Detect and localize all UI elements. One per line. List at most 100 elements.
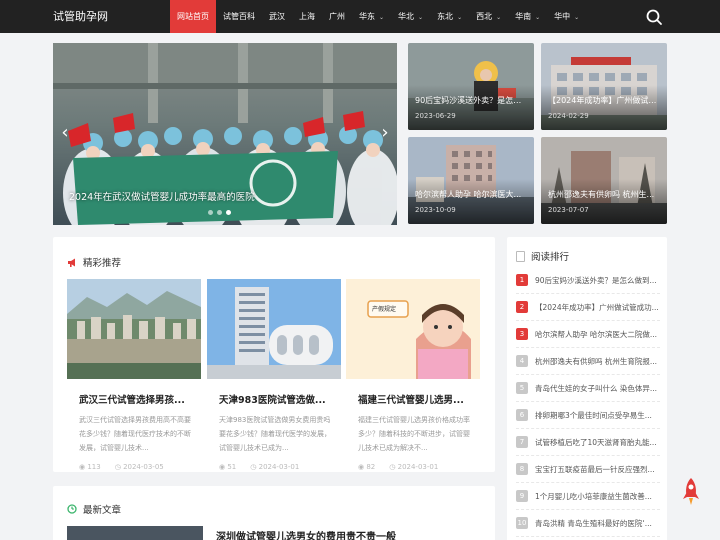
- ranking-item[interactable]: 9 1个月婴儿吃小培菲康益生菌改善...: [516, 483, 660, 510]
- chevron-down-icon: ⌄: [535, 14, 541, 21]
- chevron-down-icon: ⌄: [574, 14, 580, 21]
- nav-item-label: 东北: [437, 12, 454, 21]
- rank-number: 5: [516, 382, 528, 394]
- nav-item-label: 上海: [299, 12, 315, 21]
- nav-item[interactable]: 东北 ⌄: [430, 0, 469, 33]
- clock-icon: ◷: [114, 463, 124, 471]
- nav-item-label: 试管百科: [223, 12, 255, 21]
- rank-number: 6: [516, 409, 528, 421]
- nav-item[interactable]: 华中 ⌄: [547, 0, 586, 33]
- clock-icon: ◷: [250, 463, 259, 471]
- recommend-header: 精彩推荐: [67, 255, 121, 269]
- latest-panel: 最新文章 深圳做试管婴儿选男女的费用贵不贵一般: [53, 486, 495, 540]
- recommend-card-1[interactable]: 武汉三代试管选择男孩... 武汉三代试管选择男孩费用高不高要花多少钱？随着现代医…: [67, 279, 201, 471]
- clock-icon: ◷: [389, 463, 398, 471]
- nav-item-label: 武汉: [269, 12, 285, 21]
- thumb-shade: [408, 179, 534, 224]
- featured-thumb-3[interactable]: 哈尔滨帮人助孕 哈尔滨医大... 2023-10-09: [408, 137, 534, 224]
- card-image: [207, 279, 341, 379]
- views-count: ◉ 82: [358, 463, 376, 471]
- ranking-item[interactable]: 8 宝宝打五联疫苗最后一针反应强烈...: [516, 456, 660, 483]
- ranking-title: 阅读排行: [531, 252, 570, 263]
- ranking-item[interactable]: 7 试管移植后吃了10天滋肾育胎丸能...: [516, 429, 660, 456]
- thumb-title[interactable]: 90后宝妈沙溪送外卖？是怎么...: [415, 95, 528, 106]
- nav-item[interactable]: 上海: [292, 0, 322, 33]
- card-description: 武汉三代试管选择男孩费用高不高要花多少钱？随着现代医疗技术的不断发展，试管婴儿技…: [79, 416, 191, 452]
- hero-title[interactable]: 2024年在武汉做试管婴儿成功率最高的医院: [69, 189, 255, 203]
- ranking-item[interactable]: 4 杭州邵逸夫有供卵吗 杭州生育院报...: [516, 348, 660, 375]
- hero-dot-active[interactable]: [226, 210, 231, 215]
- rank-number: 7: [516, 436, 528, 448]
- recommend-title: 精彩推荐: [83, 258, 122, 269]
- hero-dot[interactable]: [217, 210, 222, 215]
- card-title[interactable]: 福建三代试管婴儿选男...: [346, 392, 480, 406]
- card-image-caption: 产假规定: [372, 306, 397, 313]
- chevron-down-icon: ⌄: [379, 14, 385, 21]
- card-title[interactable]: 天津983医院试管选做...: [207, 392, 341, 406]
- nav-item-label: 华东: [359, 12, 375, 21]
- card-title[interactable]: 武汉三代试管选择男孩...: [67, 392, 201, 406]
- nav-item-label: 华南: [515, 12, 532, 21]
- hero-next-icon[interactable]: ›: [378, 121, 392, 145]
- views-count: ◉ 113: [79, 463, 101, 471]
- hero-slider[interactable]: ‹ › 2024年在武汉做试管婴儿成功率最高的医院: [53, 43, 397, 225]
- rank-text: 青岛代生娃的女子叫什么 染色体异...: [535, 383, 658, 393]
- recommend-card-2[interactable]: 天津983医院试管选做... 天津983医院试管选做男女费用贵吗要花多少钱？随着…: [207, 279, 341, 471]
- rank-number: 9: [516, 490, 528, 502]
- nav-item-label: 华中: [554, 12, 571, 21]
- ranking-item[interactable]: 5 青岛代生娃的女子叫什么 染色体异...: [516, 375, 660, 402]
- rank-number: 10: [516, 517, 528, 529]
- nav-item[interactable]: 华北 ⌄: [391, 0, 430, 33]
- ranking-item[interactable]: 1 90后宝妈沙溪送外卖？是怎么做到...: [516, 267, 660, 294]
- thumb-date: 2023-06-29: [415, 112, 456, 120]
- nav-item[interactable]: 试管百科: [216, 0, 262, 33]
- back-to-top-rocket-icon[interactable]: [681, 477, 701, 507]
- thumb-shade: [541, 179, 667, 224]
- ranking-item[interactable]: 6 排卵期哪3个最佳时间点受孕易生...: [516, 402, 660, 429]
- hero-prev-icon[interactable]: ‹: [58, 121, 72, 145]
- nav-item[interactable]: 华东 ⌄: [352, 0, 391, 33]
- card-image: 产假规定: [346, 279, 480, 379]
- search-icon[interactable]: [645, 8, 663, 26]
- rank-number: 3: [516, 328, 528, 340]
- featured-thumb-1[interactable]: 90后宝妈沙溪送外卖？是怎么... 2023-06-29: [408, 43, 534, 130]
- main-nav: 网站首页 试管百科 武汉 上海 广州 华东 ⌄ 华北 ⌄ 东北 ⌄ 西北 ⌄ 华南 ⌄ 华中 ⌄: [170, 0, 586, 33]
- chevron-down-icon: ⌄: [496, 14, 502, 21]
- nav-item[interactable]: 广州: [322, 0, 352, 33]
- card-meta: ◉ 82 ◷ 2024-03-01: [346, 463, 480, 471]
- ranking-item[interactable]: 2 【2024年成功率】广州做试管成功...: [516, 294, 660, 321]
- hero-dot[interactable]: [208, 210, 213, 215]
- ranking-panel: 阅读排行 1 90后宝妈沙溪送外卖？是怎么做到... 2 【2024年成功率】广州做试…: [507, 237, 667, 540]
- site-logo[interactable]: 试管助孕网: [53, 0, 108, 33]
- article-title[interactable]: 深圳做试管婴儿选男女的费用贵不贵一般: [216, 528, 396, 540]
- article-thumbnail[interactable]: [67, 526, 203, 540]
- rank-text: 排卵期哪3个最佳时间点受孕易生...: [535, 410, 652, 420]
- thumb-title[interactable]: 哈尔滨帮人助孕 哈尔滨医大...: [415, 189, 528, 200]
- thumb-shade: [541, 85, 667, 130]
- rank-text: 【2024年成功率】广州做试管成功...: [535, 302, 659, 312]
- featured-thumb-2[interactable]: 【2024年成功率】广州做试管... 2024-02-29: [541, 43, 667, 130]
- megaphone-icon: [68, 258, 75, 267]
- rank-text: 青岛洪精 青岛生殖科最好的医院‘...: [535, 518, 652, 528]
- nav-item-label: 网站首页: [177, 12, 209, 21]
- clock-icon: [67, 504, 77, 514]
- nav-item[interactable]: 网站首页: [170, 0, 216, 33]
- top-navigation-bar: 试管助孕网 网站首页 试管百科 武汉 上海 广州 华东 ⌄ 华北 ⌄ 东北 ⌄ 西北 ⌄ 华南 ⌄ 华中 ⌄: [0, 0, 720, 33]
- thumb-shade: [408, 85, 534, 130]
- thumb-title[interactable]: 【2024年成功率】广州做试管...: [548, 95, 661, 106]
- ranking-item[interactable]: 10 青岛洪精 青岛生殖科最好的医院‘...: [516, 510, 660, 537]
- clock-icon-date: ◷ 2024-03-01: [389, 463, 439, 471]
- ranking-item[interactable]: 3 哈尔滨帮人助孕 哈尔滨医大二院做...: [516, 321, 660, 348]
- nav-item[interactable]: 西北 ⌄: [469, 0, 508, 33]
- thumb-title[interactable]: 杭州邵逸夫有供卵吗 杭州生...: [548, 189, 661, 200]
- nav-item-label: 华北: [398, 12, 415, 21]
- nav-item[interactable]: 华南 ⌄: [508, 0, 547, 33]
- rank-text: 宝宝打五联疫苗最后一针反应强烈...: [535, 464, 655, 474]
- clock-icon-date: ◷ 2024-03-05: [114, 463, 164, 471]
- rank-number: 4: [516, 355, 528, 367]
- nav-item[interactable]: 武汉: [262, 0, 292, 33]
- featured-thumb-4[interactable]: 杭州邵逸夫有供卵吗 杭州生... 2023-07-07: [541, 137, 667, 224]
- recommend-card-3[interactable]: 产假规定 福建三代试管婴儿选男... 福建三代试管婴儿选男孩价格成功率多少？随着…: [346, 279, 480, 471]
- latest-header: 最新文章: [67, 502, 121, 516]
- thumb-date: 2023-07-07: [548, 206, 589, 214]
